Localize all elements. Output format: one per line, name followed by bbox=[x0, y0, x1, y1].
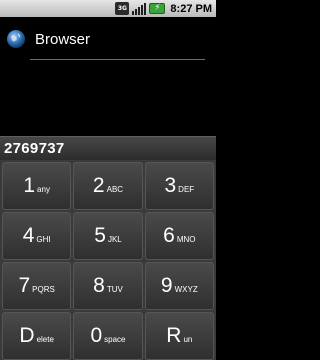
key-9[interactable]: 9 WXYZ bbox=[144, 262, 214, 310]
input-value: 2769737 bbox=[4, 140, 65, 157]
key-digit: 2 bbox=[92, 174, 105, 197]
network-3g-icon: 3G bbox=[115, 2, 130, 15]
key-digit: 8 bbox=[93, 274, 105, 297]
network-label: 3G bbox=[117, 4, 127, 12]
key-digit: 5 bbox=[94, 224, 106, 247]
key-letters: TUV bbox=[106, 284, 123, 294]
status-time: 8:27 PM bbox=[170, 2, 212, 15]
status-bar: 3G ⚡ 8:27 PM bbox=[0, 0, 216, 17]
battery-charging-icon: ⚡ bbox=[149, 3, 166, 14]
key-digit: R bbox=[166, 324, 182, 347]
number-input-display[interactable]: 2769737 bbox=[0, 136, 216, 160]
key-letters: space bbox=[104, 334, 126, 344]
key-digit: 4 bbox=[22, 224, 35, 247]
run-key[interactable]: Run bbox=[144, 312, 214, 360]
key-letters: ABC bbox=[106, 184, 124, 194]
key-6[interactable]: 6 MNO bbox=[144, 212, 214, 260]
signal-strength-icon bbox=[132, 2, 147, 15]
key-letters: un bbox=[183, 334, 193, 344]
key-digit: 6 bbox=[163, 224, 175, 247]
key-letters: elete bbox=[36, 334, 54, 344]
app-title: Browser bbox=[35, 30, 91, 48]
key-letters: PQRS bbox=[32, 284, 55, 294]
globe-icon bbox=[7, 30, 25, 48]
key-letters: any bbox=[37, 184, 50, 194]
key-8[interactable]: 8 TUV bbox=[73, 262, 143, 310]
key-letters: DEF bbox=[178, 184, 195, 194]
key-letters: WXYZ bbox=[174, 284, 198, 294]
key-letters: MNO bbox=[176, 234, 196, 244]
key-1[interactable]: 1 any bbox=[2, 162, 72, 210]
key-7[interactable]: 7 PQRS bbox=[2, 262, 72, 310]
key-digit: 0 bbox=[90, 324, 103, 347]
dial-keypad: 1 any 2 ABC 3 DEF 4 GHI 5 JKL 6 MNO 7 PQRS 8 TUV… bbox=[0, 160, 216, 360]
key-digit: 7 bbox=[18, 274, 31, 297]
delete-key[interactable]: Delete bbox=[2, 312, 72, 360]
app-header: Browser bbox=[0, 17, 216, 61]
key-digit: 3 bbox=[164, 174, 177, 197]
key-2[interactable]: 2 ABC bbox=[73, 162, 143, 210]
key-digit: D bbox=[19, 324, 35, 347]
key-3[interactable]: 3 DEF bbox=[144, 162, 214, 210]
key-digit: 9 bbox=[160, 274, 173, 297]
key-0-space[interactable]: 0 space bbox=[73, 312, 143, 360]
key-4[interactable]: 4 GHI bbox=[2, 212, 72, 260]
header-divider bbox=[30, 59, 205, 60]
key-letters: JKL bbox=[107, 234, 122, 244]
key-letters: GHI bbox=[36, 234, 51, 244]
key-digit: 1 bbox=[23, 174, 36, 197]
battery-glyph: ⚡ bbox=[154, 3, 161, 13]
key-5[interactable]: 5 JKL bbox=[73, 212, 143, 260]
